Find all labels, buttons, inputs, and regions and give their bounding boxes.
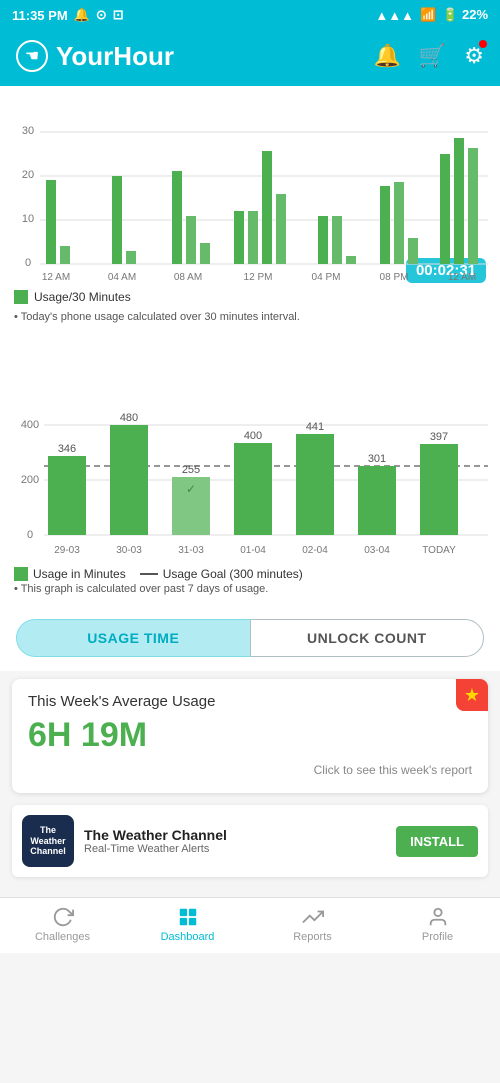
app-logo-icon: ☚ — [16, 40, 48, 72]
svg-text:☚: ☚ — [25, 48, 39, 65]
goal-legend-icon — [140, 573, 158, 575]
nav-reports[interactable]: Reports — [278, 906, 348, 943]
usage-legend-icon — [14, 567, 28, 581]
daily-chart-section: 0 10 20 30 — [0, 86, 500, 333]
settings-badge — [479, 40, 487, 48]
svg-text:30-03: 30-03 — [116, 545, 142, 556]
legend-box-icon — [14, 290, 28, 304]
svg-text:04 PM: 04 PM — [312, 272, 341, 283]
main-content: 0 10 20 30 — [0, 86, 500, 897]
nav-challenges[interactable]: Challenges — [28, 906, 98, 943]
profile-icon — [427, 906, 449, 928]
ad-text: The Weather Channel Real-Time Weather Al… — [84, 827, 386, 855]
daily-chart: 0 10 20 30 — [10, 96, 490, 286]
notification-icon[interactable]: 🔔 — [373, 43, 400, 69]
svg-text:12 AM: 12 AM — [448, 272, 476, 283]
dashboard-icon — [177, 906, 199, 928]
svg-text:0: 0 — [25, 257, 31, 269]
nav-profile[interactable]: Profile — [403, 906, 473, 943]
toggle-section: USAGE TIME UNLOCK COUNT — [16, 619, 484, 657]
svg-text:301: 301 — [368, 453, 386, 465]
svg-text:12 PM: 12 PM — [244, 272, 273, 283]
app-name: YourHour — [56, 41, 174, 72]
reports-icon — [302, 906, 324, 928]
svg-text:08 AM: 08 AM — [174, 272, 202, 283]
cart-icon[interactable]: 🛒 — [419, 43, 446, 69]
chart1-note: • Today's phone usage calculated over 30… — [14, 311, 486, 323]
app-header: ☚ YourHour 🔔 🛒 ⚙ — [0, 30, 500, 86]
svg-text:480: 480 — [120, 412, 138, 424]
ad-subtitle: Real-Time Weather Alerts — [84, 843, 386, 855]
svg-text:0: 0 — [27, 529, 33, 541]
svg-text:04 AM: 04 AM — [108, 272, 136, 283]
status-time: 11:35 PM 🔔 ⊙ ⊡ — [12, 7, 124, 23]
usage-legend-text: Usage in Minutes — [33, 567, 126, 581]
svg-text:✓: ✓ — [186, 482, 196, 496]
challenges-icon — [52, 906, 74, 928]
svg-text:08 PM: 08 PM — [380, 272, 409, 283]
svg-text:TODAY: TODAY — [422, 545, 456, 556]
header-actions: 🔔 🛒 ⚙ — [373, 43, 484, 69]
star-badge-icon: ★ — [456, 679, 488, 711]
bottom-nav: Challenges Dashboard Reports — [0, 897, 500, 953]
chart1-legend: Usage/30 Minutes — [14, 290, 131, 304]
status-icons: ▲▲▲ 📶 🔋 22% — [375, 7, 488, 23]
nav-dashboard-label: Dashboard — [161, 931, 215, 943]
status-bar: 11:35 PM 🔔 ⊙ ⊡ ▲▲▲ 📶 🔋 22% — [0, 0, 500, 30]
usage-time-button[interactable]: USAGE TIME — [16, 619, 250, 657]
weekly-card-title: This Week's Average Usage — [28, 693, 472, 710]
chart2-note: • This graph is calculated over past 7 d… — [14, 583, 486, 595]
svg-text:30: 30 — [22, 125, 34, 137]
weekly-chart-section: 0 200 400 346 29-03 480 30-03 — [0, 333, 500, 605]
nav-reports-label: Reports — [293, 931, 332, 943]
ad-logo-icon: TheWeatherChannel — [22, 815, 74, 867]
svg-text:397: 397 — [430, 431, 448, 443]
goal-legend-text: Usage Goal (300 minutes) — [163, 567, 303, 581]
settings-icon[interactable]: ⚙ — [464, 43, 484, 69]
cards-section: ★ This Week's Average Usage 6H 19M Click… — [0, 671, 500, 897]
weekly-card-value: 6H 19M — [28, 716, 472, 755]
svg-text:02-04: 02-04 — [302, 545, 328, 556]
svg-text:400: 400 — [244, 430, 262, 442]
ad-install-button[interactable]: INSTALL — [396, 826, 478, 857]
nav-profile-label: Profile — [422, 931, 453, 943]
ad-title: The Weather Channel — [84, 827, 386, 843]
svg-text:20: 20 — [22, 169, 34, 181]
logo: ☚ YourHour — [16, 40, 174, 72]
ad-banner: TheWeatherChannel The Weather Channel Re… — [12, 805, 488, 877]
chart1-legend-text: Usage/30 Minutes — [34, 290, 131, 304]
unlock-count-button[interactable]: UNLOCK COUNT — [250, 619, 485, 657]
svg-text:400: 400 — [21, 419, 39, 431]
svg-text:200: 200 — [21, 474, 39, 486]
svg-text:12 AM: 12 AM — [42, 272, 70, 283]
svg-text:346: 346 — [58, 443, 76, 455]
weekly-card[interactable]: ★ This Week's Average Usage 6H 19M Click… — [12, 679, 488, 793]
svg-text:31-03: 31-03 — [178, 545, 204, 556]
svg-text:01-04: 01-04 — [240, 545, 266, 556]
chart2-legend: Usage in Minutes Usage Goal (300 minutes… — [14, 567, 486, 581]
weekly-chart: 0 200 400 346 29-03 480 30-03 — [10, 343, 490, 563]
svg-text:441: 441 — [306, 421, 324, 433]
weekly-card-link[interactable]: Click to see this week's report — [28, 763, 472, 777]
svg-text:255: 255 — [182, 464, 200, 476]
svg-text:03-04: 03-04 — [364, 545, 390, 556]
nav-dashboard[interactable]: Dashboard — [153, 906, 223, 943]
svg-text:10: 10 — [22, 213, 34, 225]
nav-challenges-label: Challenges — [35, 931, 90, 943]
svg-text:29-03: 29-03 — [54, 545, 80, 556]
